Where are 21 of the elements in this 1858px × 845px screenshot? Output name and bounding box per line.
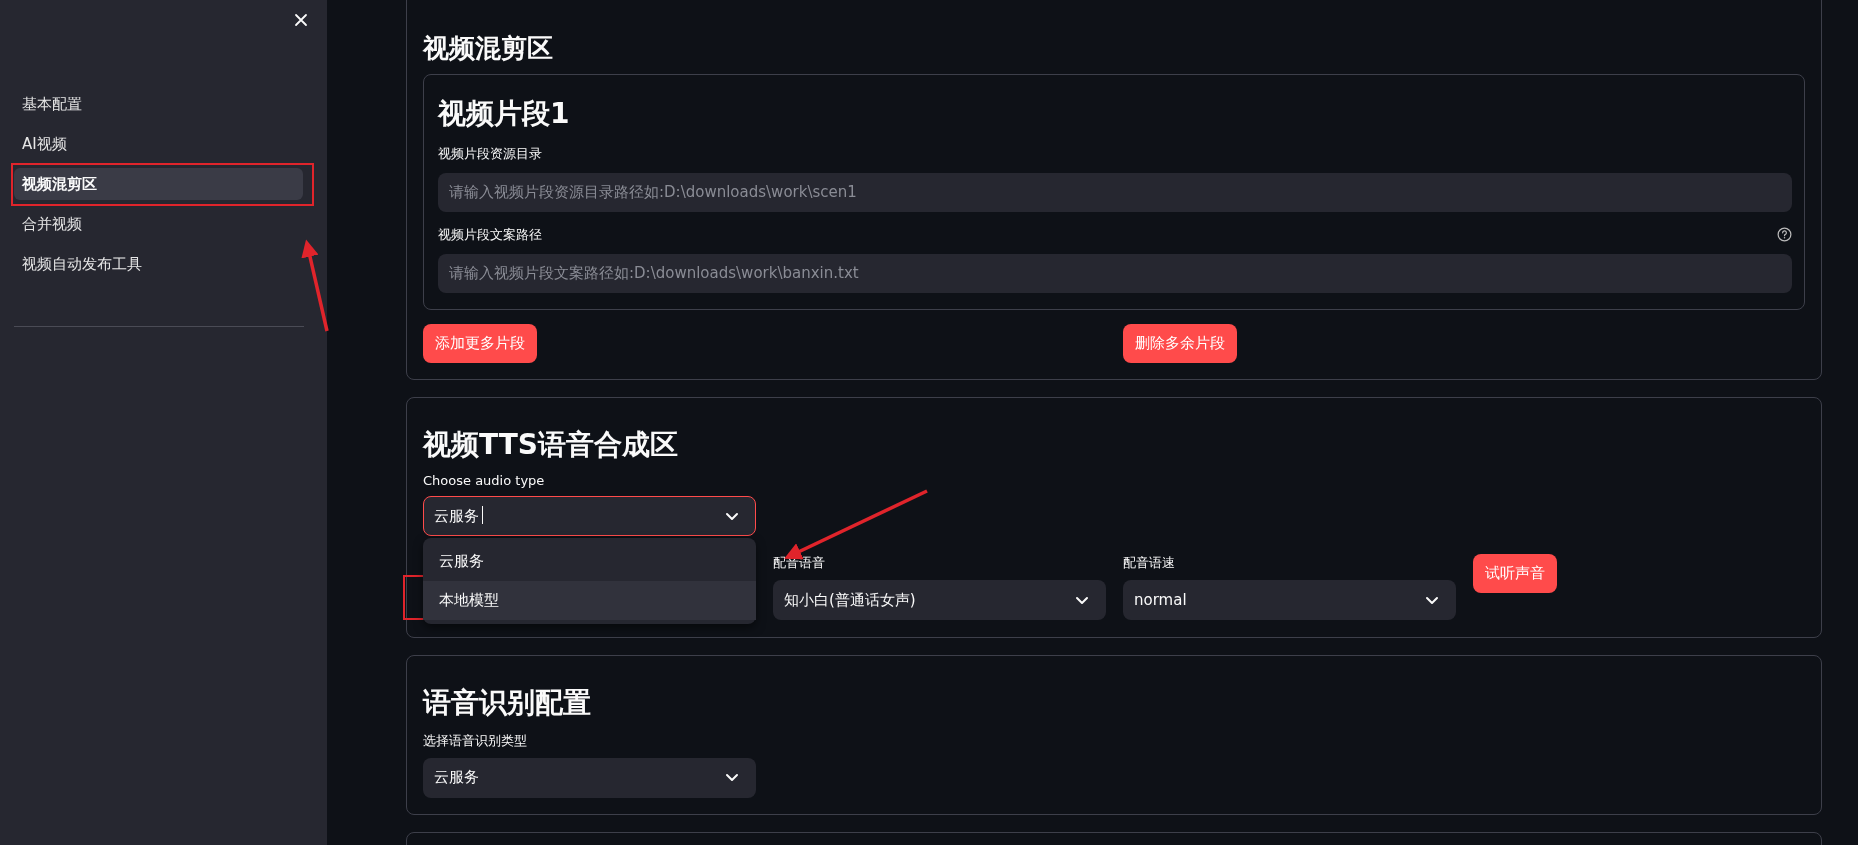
sidebar-item[interactable]: AI视频 [14,128,303,160]
text-field[interactable]: 请输入视频片段文案路径如:D:\downloads\work\banxin.txt [438,253,1792,293]
section-title: 语音识别配置 [423,686,592,720]
sidebar-item[interactable]: 合并视频 [14,208,303,240]
sidebar-item[interactable]: 视频自动发布工具 [14,248,303,280]
select-field[interactable]: 云服务 [423,757,756,798]
sidebar-item[interactable]: 视频混剪区 [14,168,303,200]
segment-title: 视频片段1 [438,97,571,131]
field-label: 配音语速 [1123,554,1176,573]
field-label: Choose audio type [423,473,546,489]
select-field[interactable]: 知小白(普通话女声) [773,580,1106,621]
section-title: 视频TTS语音合成区 [423,427,679,462]
dropdown-option[interactable]: 云服务 [423,542,756,582]
field-label: 选择语音识别类型 [423,731,528,750]
field-label: 视频片段文案路径 [438,225,542,244]
select-field[interactable]: 云服务 [423,496,756,537]
text-field[interactable]: 请输入视频片段资源目录路径如:D:\downloads\work\scen1 [438,172,1792,212]
select-field[interactable]: normal [1123,580,1456,621]
sidebar-item[interactable]: 基本配置 [14,88,303,120]
section-title: 视频混剪区 [423,33,554,65]
field-label: 视频片段资源目录 [438,144,542,163]
